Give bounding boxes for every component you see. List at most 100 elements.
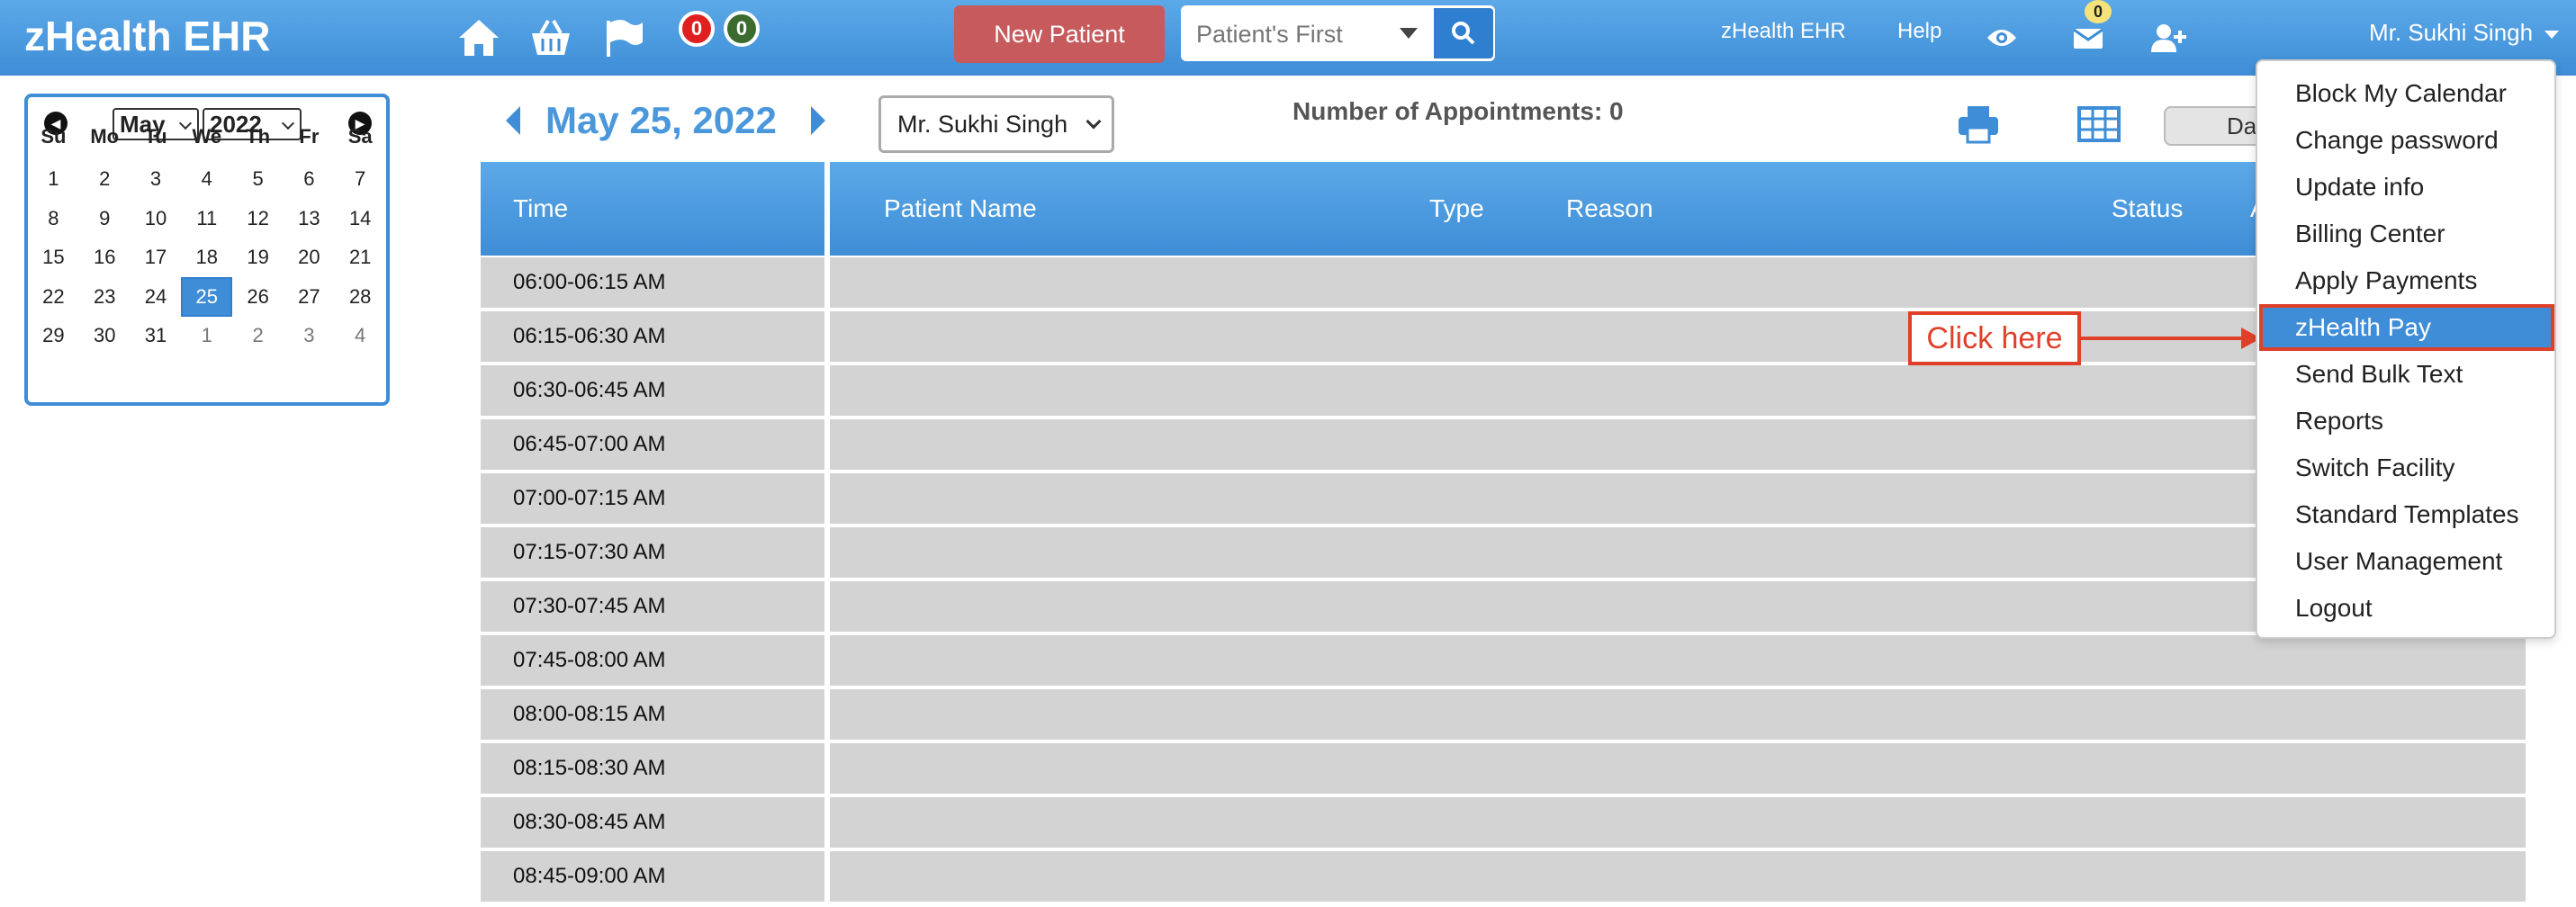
patient-search [1181,5,1495,61]
time-slot-row[interactable]: 07:15-07:30 AM [481,527,2526,578]
basket-icon[interactable] [526,13,576,63]
time-slot-label: 08:00-08:15 AM [513,702,666,726]
calendar-day[interactable]: 4 [181,160,232,200]
calendar-day[interactable]: 21 [335,238,386,278]
schedule-table: Time Patient Name Type Reason Status A 0… [481,162,2526,907]
time-slot-label: 06:15-06:30 AM [513,324,666,348]
calendar-day[interactable]: 26 [232,277,284,317]
menu-item-reports[interactable]: Reports [2259,398,2554,445]
calendar-day[interactable]: 17 [131,238,182,278]
time-slot-row[interactable]: 07:45-08:00 AM [481,635,2526,686]
calendar-day[interactable]: 1 [28,160,79,200]
time-slot-row[interactable]: 08:00-08:15 AM [481,689,2526,740]
search-button[interactable] [1434,8,1493,58]
calendar-day[interactable]: 31 [131,317,182,356]
user-menu-toggle[interactable]: Mr. Sukhi Singh [2369,18,2560,47]
menu-item-update-info[interactable]: Update info [2259,164,2554,211]
patient-search-input[interactable] [1196,17,1376,51]
chevron-down-icon [1085,113,1102,130]
calendar-day[interactable]: 18 [181,238,232,278]
calendar-day[interactable]: 5 [232,160,284,200]
column-reason[interactable]: Reason [1566,162,1653,256]
app-logo[interactable]: zHealth EHR [24,9,270,63]
menu-item-change-password[interactable]: Change password [2259,117,2554,164]
calendar-day[interactable]: 7 [335,160,386,200]
calendar-day-selected[interactable]: 25 [181,277,233,317]
red-alert-badge[interactable]: 0 [679,11,715,47]
calendar-day[interactable]: 29 [28,317,79,356]
calendar-day[interactable]: 4 [335,317,386,356]
provider-value: Mr. Sukhi Singh [897,111,1068,138]
menu-item-logout[interactable]: Logout [2259,585,2554,632]
time-slot-row[interactable]: 08:45-09:00 AM [481,851,2526,902]
time-slot-row[interactable]: 06:30-06:45 AM [481,365,2526,416]
add-user-icon[interactable] [2144,13,2194,63]
time-slot-row[interactable]: 08:30-08:45 AM [481,797,2526,848]
flag-icon[interactable] [599,13,650,63]
calendar-day[interactable]: 28 [335,277,386,317]
new-patient-button[interactable]: New Patient [954,5,1165,63]
calendar-day[interactable]: 14 [335,199,386,238]
calendar-day[interactable]: 10 [131,199,182,238]
calendar-day[interactable]: 22 [28,277,79,317]
time-slot-row[interactable]: 06:45-07:00 AM [481,419,2526,470]
calendar-day[interactable]: 3 [284,317,335,356]
time-slot-row[interactable]: 07:00-07:15 AM [481,473,2526,524]
column-time[interactable]: Time [513,162,568,256]
time-slot-row[interactable]: 07:30-07:45 AM [481,581,2526,632]
calendar-day[interactable]: 13 [284,199,335,238]
print-icon[interactable] [1953,101,2004,148]
green-alert-badge[interactable]: 0 [724,11,760,47]
search-icon [1452,22,1475,45]
grid-view-icon[interactable] [2074,101,2124,148]
calendar-day[interactable]: 11 [181,199,232,238]
time-slot-label: 08:15-08:30 AM [513,756,666,780]
top-navbar: zHealth EHR 0 0 New Patient zHealth EHR … [0,0,2576,76]
time-slot-label: 08:30-08:45 AM [513,810,666,834]
search-filter-caret-icon[interactable] [1400,28,1418,39]
calendar-day[interactable]: 3 [131,160,182,200]
calendar-day[interactable]: 30 [79,317,131,356]
calendar-day[interactable]: 8 [28,199,79,238]
calendar-day[interactable]: 19 [232,238,284,278]
time-slot-row[interactable]: 06:00-06:15 AM [481,257,2526,308]
column-status[interactable]: Status [2112,162,2183,256]
menu-item-billing-center[interactable]: Billing Center [2259,211,2554,257]
menu-item-block-my-calendar[interactable]: Block My Calendar [2259,70,2554,117]
calendar-day[interactable]: 12 [232,199,284,238]
calendar-week-row: 8 9 10 11 12 13 14 [28,199,386,238]
calendar-day[interactable]: 16 [79,238,131,278]
calendar-weekday-row: Su Mo Tu We Th Fr Sa [28,117,386,157]
calendar-day[interactable]: 6 [284,160,335,200]
menu-item-user-management[interactable]: User Management [2259,538,2554,585]
menu-item-send-bulk-text[interactable]: Send Bulk Text [2259,351,2554,398]
calendar-day[interactable]: 1 [181,317,232,356]
menu-item-apply-payments[interactable]: Apply Payments [2259,257,2554,304]
calendar-day[interactable]: 15 [28,238,79,278]
weekday-label: Fr [299,124,320,148]
calendar-day[interactable]: 23 [79,277,131,317]
calendar-day[interactable]: 24 [131,277,182,317]
date-navigation: May 25, 2022 [506,95,825,146]
calendar-day[interactable]: 2 [232,317,284,356]
prev-day-icon[interactable] [506,106,520,135]
calendar-day[interactable]: 20 [284,238,335,278]
app-name-link[interactable]: zHealth EHR [1721,18,1846,45]
next-day-icon[interactable] [810,106,825,135]
provider-select[interactable]: Mr. Sukhi Singh [878,95,1114,153]
menu-item-standard-templates[interactable]: Standard Templates [2259,491,2554,538]
weekday-label: We [192,124,222,148]
home-icon[interactable] [454,13,504,63]
calendar-day[interactable]: 27 [284,277,335,317]
menu-item-switch-facility[interactable]: Switch Facility [2259,445,2554,491]
column-patient-name[interactable]: Patient Name [884,162,1037,256]
time-slot-label: 07:45-08:00 AM [513,648,666,672]
help-link[interactable]: Help [1897,18,1941,45]
time-slot-row[interactable]: 08:15-08:30 AM [481,743,2526,794]
calendar-day[interactable]: 2 [79,160,131,200]
column-type[interactable]: Type [1429,162,1484,256]
time-slot-label: 06:00-06:15 AM [513,270,666,294]
calendar-day[interactable]: 9 [79,199,131,238]
menu-item-zhealth-pay[interactable]: zHealth Pay [2259,304,2554,351]
eye-icon[interactable] [1977,13,2027,63]
